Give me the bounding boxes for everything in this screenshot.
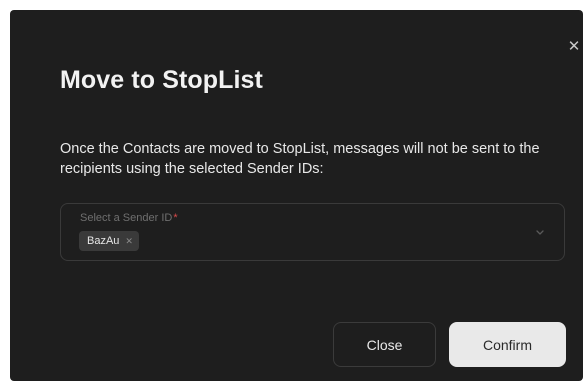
dialog-title: Move to StopList <box>60 66 263 94</box>
move-to-stoplist-dialog: ✕ Move to StopList Once the Contacts are… <box>10 10 583 381</box>
sender-id-select[interactable]: Select a Sender ID* BazAu ✕ <box>60 203 565 261</box>
close-icon[interactable]: ✕ <box>125 236 133 247</box>
chip-label: BazAu <box>87 235 120 247</box>
sender-id-chip: BazAu ✕ <box>79 231 139 251</box>
select-label: Select a Sender ID* <box>80 212 178 224</box>
close-icon[interactable]: ✕ <box>564 37 583 57</box>
chevron-down-icon[interactable] <box>534 226 546 238</box>
required-marker: * <box>173 212 178 224</box>
select-label-text: Select a Sender ID <box>80 212 173 224</box>
dialog-description: Once the Contacts are moved to StopList,… <box>60 141 540 177</box>
confirm-button[interactable]: Confirm <box>449 322 566 367</box>
close-button[interactable]: Close <box>333 322 436 367</box>
